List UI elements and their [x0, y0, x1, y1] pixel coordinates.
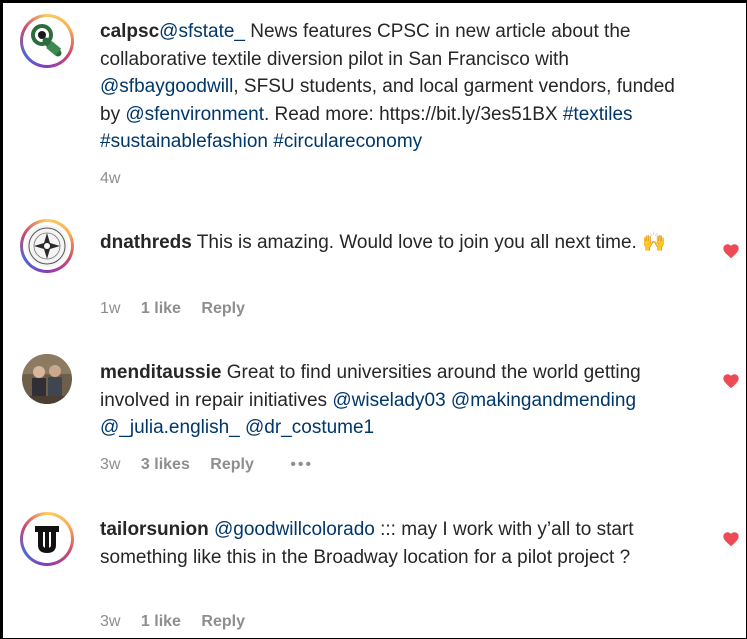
like-count[interactable]: 1 like [141, 300, 181, 317]
comment-calpsc: calpsc@sfstate_ News features CPSC in ne… [20, 14, 720, 194]
comment-username[interactable]: calpsc [100, 21, 159, 42]
mention-link[interactable]: @sfbaygoodwill [100, 76, 233, 97]
reply-button[interactable]: Reply [210, 456, 254, 473]
more-options-icon[interactable]: ••• [290, 456, 313, 473]
comment-meta: 4w [100, 170, 136, 188]
heart-icon[interactable] [722, 531, 740, 547]
comment-meta: 1w 1 like Reply [100, 300, 261, 318]
mention-link[interactable]: @makingandmending [451, 390, 636, 411]
comment-username[interactable]: dnathreds [100, 232, 192, 253]
mention-link[interactable]: @_julia.english_ [100, 417, 240, 438]
comment-time[interactable]: 3w [100, 613, 120, 630]
like-count[interactable]: 1 like [141, 613, 181, 630]
comment-dnathreds: dnathreds This is amazing. Would love to… [20, 219, 720, 329]
hashtag-link[interactable]: #sustainablefashion [100, 131, 268, 152]
mention-link[interactable]: @goodwillcolorado [214, 519, 375, 540]
mention-link[interactable]: @sfstate_ [159, 21, 245, 42]
dnathreds-logo-icon [26, 225, 68, 267]
avatar-tailorsunion[interactable] [20, 512, 74, 566]
like-count[interactable]: 3 likes [141, 456, 190, 473]
comment-tailorsunion: tailorsunion @goodwillcolorado ::: may I… [20, 512, 720, 637]
comment-time[interactable]: 1w [100, 300, 120, 317]
comment-text: dnathreds This is amazing. Would love to… [100, 229, 700, 257]
calpsc-logo-icon [26, 20, 68, 62]
comment-meta: 3w 3 likes Reply ••• [100, 456, 329, 474]
heart-icon[interactable] [722, 243, 740, 259]
comment-time[interactable]: 4w [100, 170, 120, 187]
comment-username[interactable]: menditaussie [100, 362, 221, 383]
tailorsunion-logo-icon [26, 518, 68, 560]
comment-meta: 3w 1 like Reply [100, 613, 261, 631]
reply-button[interactable]: Reply [201, 300, 245, 317]
mention-link[interactable]: @wiselady03 [332, 390, 445, 411]
hashtag-link[interactable]: #circulareconomy [273, 131, 422, 152]
hashtag-link[interactable]: #textiles [563, 104, 633, 125]
comment-text: menditaussie Great to find universities … [100, 359, 700, 442]
comment-time[interactable]: 3w [100, 456, 120, 473]
avatar-menditaussie[interactable] [22, 354, 72, 404]
comment-text: calpsc@sfstate_ News features CPSC in ne… [100, 18, 700, 156]
comment-body-text: . Read more: https://bit.ly/3es51BX [263, 103, 563, 125]
comment-text: tailorsunion @goodwillcolorado ::: may I… [100, 516, 700, 571]
menditaussie-photo-icon [22, 354, 72, 404]
avatar-calpsc[interactable] [20, 14, 74, 68]
heart-icon[interactable] [722, 373, 740, 389]
comment-menditaussie: menditaussie Great to find universities … [20, 354, 720, 494]
mention-link[interactable]: @sfenvironment [125, 104, 264, 125]
mention-link[interactable]: @dr_costume1 [245, 417, 374, 438]
comment-username[interactable]: tailorsunion [100, 519, 209, 540]
avatar-dnathreds[interactable] [20, 219, 74, 273]
reply-button[interactable]: Reply [201, 613, 245, 630]
comment-body-text: This is amazing. Would love to join you … [191, 232, 666, 253]
